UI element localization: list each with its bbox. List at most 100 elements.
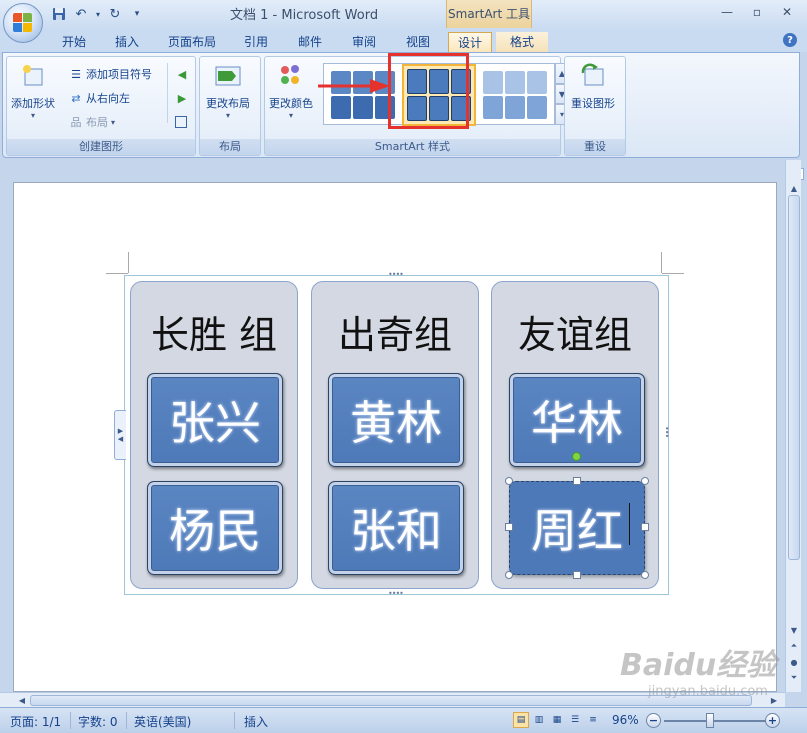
insert-mode[interactable]: 插入 bbox=[244, 713, 268, 730]
group-title[interactable]: 长胜 组 bbox=[131, 304, 297, 359]
vertical-scrollbar[interactable]: ▲ ▼ ⏶ ● ⏷ bbox=[785, 160, 801, 692]
promote-button[interactable]: ◀ bbox=[175, 65, 189, 83]
zoom-level[interactable]: 96% bbox=[612, 713, 639, 727]
next-page-icon[interactable]: ⏷ bbox=[788, 672, 800, 684]
resize-handle[interactable] bbox=[573, 571, 581, 579]
resize-handle[interactable] bbox=[505, 477, 513, 485]
scroll-down-icon[interactable]: ▼ bbox=[788, 624, 800, 636]
text-cursor bbox=[629, 503, 630, 545]
resize-handle[interactable] bbox=[573, 477, 581, 485]
outline-view-icon[interactable]: ☰ bbox=[567, 712, 583, 728]
change-colors-dropdown-icon: ▾ bbox=[288, 111, 293, 120]
right-to-left-button[interactable]: ⇄ 从右向左 bbox=[69, 89, 130, 107]
text-pane-icon bbox=[175, 116, 187, 128]
add-bullet-icon: ☰ bbox=[71, 67, 81, 81]
member-box-selected[interactable]: 周红 bbox=[509, 481, 645, 575]
rotate-handle[interactable] bbox=[572, 452, 581, 461]
tab-format[interactable]: 格式 bbox=[496, 32, 548, 52]
tab-page-layout[interactable]: 页面布局 bbox=[160, 32, 224, 52]
demote-arrow-icon: ▶ bbox=[177, 91, 187, 105]
resize-handle[interactable] bbox=[641, 523, 649, 531]
customize-qat-icon[interactable]: ▾ bbox=[128, 5, 146, 23]
zoom-out-icon[interactable]: − bbox=[646, 713, 661, 728]
previous-page-icon[interactable]: ⏶ bbox=[788, 640, 800, 652]
margin-mark bbox=[661, 252, 662, 273]
change-colors-button[interactable]: 更改颜色 ▾ bbox=[269, 61, 313, 120]
zoom-slider-track[interactable] bbox=[664, 720, 766, 722]
vertical-scroll-thumb[interactable] bbox=[788, 195, 800, 560]
resize-handle[interactable] bbox=[505, 571, 513, 579]
style-option-3d[interactable] bbox=[480, 68, 550, 122]
zoom-slider-thumb[interactable] bbox=[706, 713, 714, 728]
add-bullet-button[interactable]: ☰ 添加项目符号 bbox=[69, 65, 152, 83]
layout-group-label: 布局 bbox=[200, 139, 260, 155]
reset-graphic-icon bbox=[578, 61, 608, 91]
minimize-icon[interactable]: — bbox=[713, 2, 741, 22]
text-pane-toggle[interactable]: ▶ ◀ bbox=[114, 410, 126, 460]
page-count[interactable]: 页面: 1/1 bbox=[10, 713, 61, 730]
group-title[interactable]: 出奇组 bbox=[312, 304, 478, 359]
draft-view-icon[interactable]: ≡ bbox=[585, 712, 601, 728]
member-box[interactable]: 黄林 bbox=[328, 373, 464, 467]
tab-mailings[interactable]: 邮件 bbox=[288, 32, 332, 52]
web-layout-icon[interactable]: ▦ bbox=[549, 712, 565, 728]
frame-handle-top[interactable]: •••• bbox=[388, 270, 404, 279]
demote-button[interactable]: ▶ bbox=[175, 89, 189, 107]
org-layout-icon: 品 bbox=[70, 116, 82, 129]
undo-icon[interactable]: ↶ bbox=[72, 5, 90, 23]
title-bar: ↶ ▾ ↻ ▾ 文档 1 - Microsoft Word SmartArt 工… bbox=[0, 0, 807, 30]
tab-design[interactable]: 设计 bbox=[448, 32, 492, 52]
save-icon[interactable] bbox=[50, 5, 68, 23]
group-title[interactable]: 友谊组 bbox=[492, 304, 658, 359]
tab-view[interactable]: 视图 bbox=[396, 32, 440, 52]
word-count[interactable]: 字数: 0 bbox=[78, 713, 118, 730]
help-icon[interactable]: ? bbox=[783, 33, 797, 47]
resize-handle[interactable] bbox=[641, 571, 649, 579]
office-button[interactable] bbox=[3, 3, 43, 43]
change-layout-button[interactable]: 更改布局 ▾ bbox=[206, 61, 250, 120]
right-to-left-label: 从右向左 bbox=[86, 92, 130, 105]
scroll-left-icon[interactable]: ◀ bbox=[16, 695, 28, 706]
window-controls: — ▫ ✕ bbox=[713, 2, 801, 22]
margin-mark bbox=[662, 273, 684, 274]
member-box[interactable]: 杨民 bbox=[147, 481, 283, 575]
resize-handle[interactable] bbox=[505, 523, 513, 531]
select-browse-object-icon[interactable]: ● bbox=[788, 656, 800, 668]
tab-insert[interactable]: 插入 bbox=[104, 32, 150, 52]
window-title: 文档 1 - Microsoft Word bbox=[230, 8, 379, 23]
language-indicator[interactable]: 英语(美国) bbox=[134, 713, 191, 730]
margin-mark bbox=[106, 273, 128, 274]
tab-review[interactable]: 审阅 bbox=[342, 32, 386, 52]
promote-arrow-icon: ◀ bbox=[177, 67, 187, 81]
member-box[interactable]: 张和 bbox=[328, 481, 464, 575]
right-to-left-icon: ⇄ bbox=[71, 91, 81, 105]
full-screen-reading-icon[interactable]: ▥ bbox=[531, 712, 547, 728]
undo-dropdown-icon[interactable]: ▾ bbox=[94, 5, 102, 23]
frame-handle-right[interactable]: ••• bbox=[662, 426, 671, 437]
horizontal-scrollbar[interactable]: ◀ ▶ bbox=[0, 692, 785, 707]
zoom-in-icon[interactable]: + bbox=[765, 713, 780, 728]
status-divider bbox=[70, 712, 71, 729]
create-graphic-group-label: 创建图形 bbox=[7, 139, 195, 155]
horizontal-scroll-thumb[interactable] bbox=[30, 695, 752, 706]
layout-button[interactable]: 品 布局 ▾ bbox=[69, 113, 116, 131]
scroll-up-icon[interactable]: ▲ bbox=[788, 182, 800, 194]
add-shape-label: 添加形状 bbox=[11, 97, 55, 110]
change-layout-icon bbox=[213, 61, 243, 91]
frame-handle-bottom[interactable]: •••• bbox=[388, 589, 404, 598]
print-layout-view-icon[interactable]: ▤ bbox=[513, 712, 529, 728]
scroll-right-icon[interactable]: ▶ bbox=[768, 695, 780, 706]
add-shape-dropdown-icon: ▾ bbox=[30, 111, 35, 120]
maximize-icon[interactable]: ▫ bbox=[743, 2, 771, 22]
office-logo-icon bbox=[13, 13, 33, 33]
add-shape-button[interactable]: 添加形状 ▾ bbox=[11, 61, 55, 120]
reset-graphic-button[interactable]: 重设图形 bbox=[571, 61, 615, 111]
tab-home[interactable]: 开始 bbox=[50, 32, 98, 52]
close-icon[interactable]: ✕ bbox=[773, 2, 801, 22]
change-colors-label: 更改颜色 bbox=[269, 97, 313, 110]
tab-references[interactable]: 引用 bbox=[236, 32, 276, 52]
text-pane-button[interactable] bbox=[175, 113, 187, 131]
member-box[interactable]: 张兴 bbox=[147, 373, 283, 467]
redo-icon[interactable]: ↻ bbox=[106, 5, 124, 23]
resize-handle[interactable] bbox=[641, 477, 649, 485]
